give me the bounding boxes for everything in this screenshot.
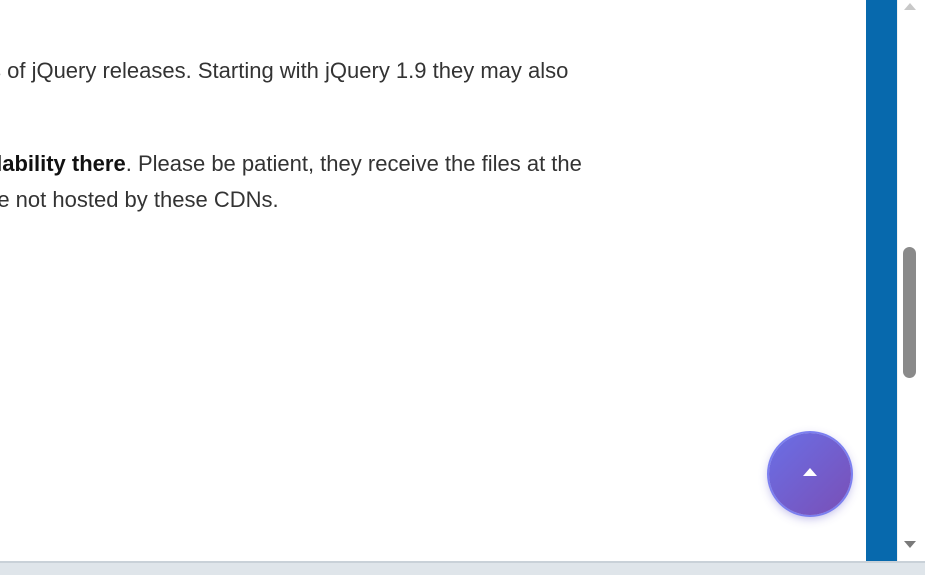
- bold-text: ilability there: [0, 151, 126, 176]
- horizontal-scrollbar[interactable]: [0, 561, 925, 575]
- paragraph-cdn-releases: s of jQuery releases. Starting with jQue…: [0, 53, 568, 89]
- scroll-up-icon[interactable]: [904, 3, 916, 10]
- scroll-down-icon[interactable]: [904, 541, 916, 548]
- page-viewport: s of jQuery releases. Starting with jQue…: [0, 0, 866, 561]
- paragraph-availability-cont: re not hosted by these CDNs.: [0, 182, 279, 218]
- sidebar-rail: [866, 0, 897, 561]
- paragraph-availability: ilability there. Please be patient, they…: [0, 146, 582, 182]
- back-to-top-button[interactable]: [769, 433, 851, 515]
- scrollbar-thumb[interactable]: [903, 247, 916, 378]
- paragraph-text: s of jQuery releases. Starting with jQue…: [0, 58, 569, 83]
- paragraph-text: re not hosted by these CDNs.: [0, 187, 279, 212]
- vertical-scrollbar[interactable]: [897, 0, 925, 561]
- paragraph-text: . Please be patient, they receive the fi…: [125, 151, 582, 176]
- caret-up-icon: [803, 468, 817, 476]
